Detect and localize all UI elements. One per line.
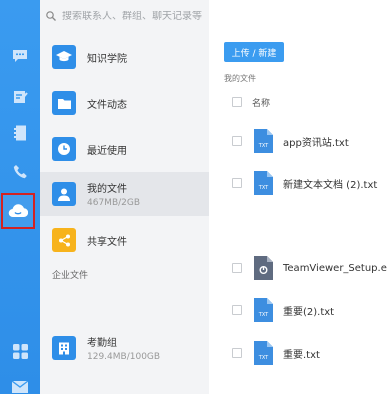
search-icon bbox=[46, 11, 56, 21]
search-input[interactable] bbox=[62, 10, 222, 22]
sidebar-item-recent[interactable]: 最近使用 bbox=[40, 127, 209, 171]
sidebar-item-label: 知识学院 bbox=[87, 53, 127, 65]
approval-icon[interactable] bbox=[0, 81, 40, 111]
upload-new-button[interactable]: 上传 / 新建 bbox=[224, 42, 284, 62]
file-row[interactable]: TXT 重要(2).txt bbox=[232, 297, 334, 323]
enterprise-section-title: 企业文件 bbox=[52, 271, 89, 281]
file-row[interactable]: TeamViewer_Setup.exe bbox=[232, 255, 387, 281]
file-name: app资讯站.txt bbox=[283, 137, 349, 149]
txt-file-icon: TXT bbox=[254, 129, 273, 153]
left-rail bbox=[0, 0, 40, 394]
share-icon bbox=[52, 228, 76, 252]
file-name: TeamViewer_Setup.exe bbox=[283, 262, 387, 274]
building-icon bbox=[52, 336, 76, 360]
sidebar-item-label: 共享文件 bbox=[87, 236, 127, 248]
cloud-drive-icon[interactable] bbox=[1, 193, 35, 229]
row-checkbox[interactable] bbox=[232, 136, 242, 146]
file-row[interactable]: TXT app资讯站.txt bbox=[232, 128, 349, 154]
svg-text:TXT: TXT bbox=[258, 312, 269, 318]
row-checkbox[interactable] bbox=[232, 305, 242, 315]
sidebar-item-attendance-group[interactable]: 考勤组 129.4MB/100GB bbox=[40, 326, 209, 370]
row-checkbox[interactable] bbox=[232, 263, 242, 273]
txt-file-icon: TXT bbox=[254, 298, 273, 322]
sidebar-item-my-files[interactable]: 我的文件 467MB/2GB bbox=[40, 172, 209, 216]
select-all-checkbox[interactable] bbox=[232, 97, 242, 107]
svg-text:TXT: TXT bbox=[258, 185, 269, 191]
txt-file-icon: TXT bbox=[254, 341, 273, 365]
row-checkbox[interactable] bbox=[232, 178, 242, 188]
svg-text:TXT: TXT bbox=[258, 355, 269, 361]
file-list-header: 名称 bbox=[232, 94, 270, 110]
file-name: 重要(2).txt bbox=[283, 306, 335, 318]
user-icon bbox=[52, 182, 76, 206]
mail-icon[interactable] bbox=[0, 372, 40, 402]
sidebar-item-knowledge[interactable]: 知识学院 bbox=[40, 35, 209, 79]
apps-icon[interactable] bbox=[0, 336, 40, 366]
folder-icon bbox=[52, 91, 76, 115]
row-checkbox[interactable] bbox=[232, 348, 242, 358]
graduation-cap-icon bbox=[52, 45, 76, 69]
sidebar-item-label: 我的文件 bbox=[87, 184, 127, 195]
svg-text:TXT: TXT bbox=[258, 143, 269, 149]
file-row[interactable]: TXT 重要.txt bbox=[232, 340, 320, 366]
sidebar-item-label: 文件动态 bbox=[87, 99, 127, 111]
sidebar-item-file-activity[interactable]: 文件动态 bbox=[40, 81, 209, 125]
storage-usage: 467MB/2GB bbox=[87, 198, 141, 208]
phone-icon[interactable] bbox=[0, 156, 40, 186]
file-name: 重要.txt bbox=[283, 349, 320, 361]
sidebar-item-shared-files[interactable]: 共享文件 bbox=[40, 218, 209, 262]
txt-file-icon: TXT bbox=[254, 171, 273, 195]
file-name: 新建文本文档 (2).txt bbox=[283, 179, 378, 191]
sidebar-item-label: 最近使用 bbox=[87, 145, 127, 157]
storage-usage: 129.4MB/100GB bbox=[87, 352, 161, 362]
contacts-icon[interactable] bbox=[0, 118, 40, 148]
column-name-header[interactable]: 名称 bbox=[252, 96, 270, 109]
breadcrumb: 我的文件 bbox=[224, 74, 256, 83]
file-row[interactable]: TXT 新建文本文档 (2).txt bbox=[232, 170, 377, 196]
chat-icon[interactable] bbox=[0, 41, 40, 71]
exe-file-icon bbox=[254, 256, 273, 280]
sidebar-item-label: 考勤组 bbox=[87, 338, 117, 349]
clock-icon bbox=[52, 137, 76, 161]
